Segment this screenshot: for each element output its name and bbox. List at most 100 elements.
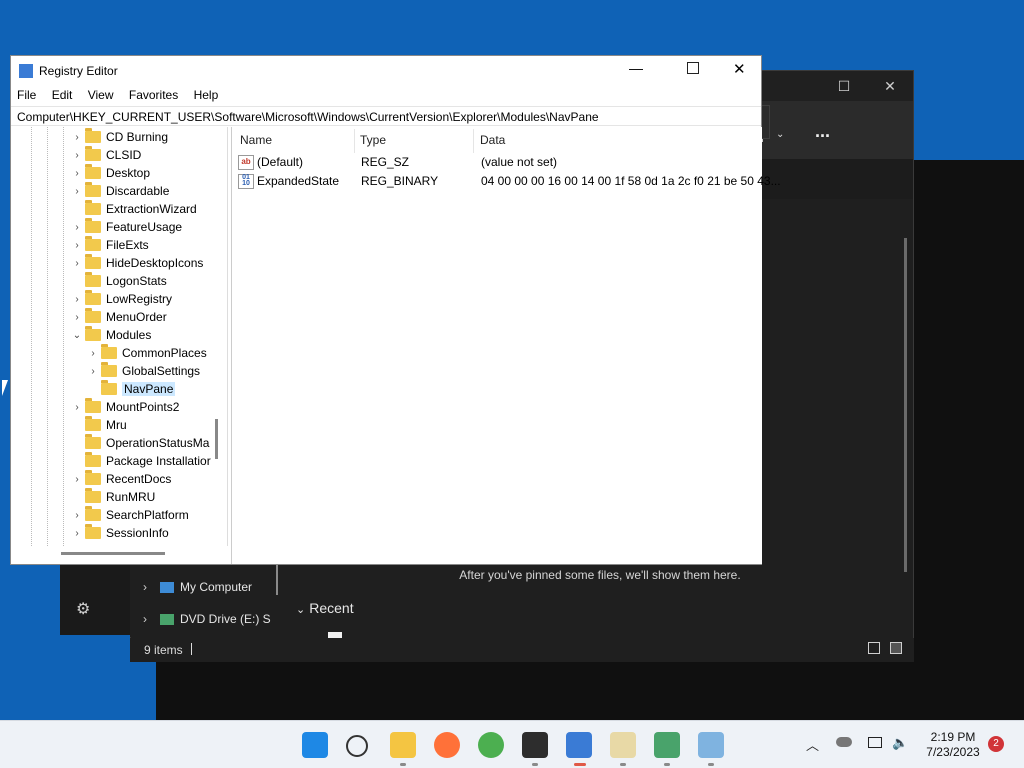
address-bar[interactable]: Computer\HKEY_CURRENT_USER\Software\Micr… — [11, 106, 761, 126]
tree-item-globalsettings[interactable]: › GlobalSettings — [85, 362, 200, 380]
nav-scrollbar[interactable] — [276, 565, 278, 595]
values-list[interactable]: Name Type Data ab (Default) REG_SZ (valu… — [231, 127, 781, 564]
tree-item-label: LogonStats — [106, 274, 167, 288]
chevron-right-icon[interactable]: › — [69, 222, 85, 233]
registry-editor-app-icon — [19, 64, 33, 78]
chevron-right-icon[interactable]: › — [69, 294, 85, 305]
explorer-close-button[interactable]: ✕ — [867, 71, 913, 101]
tree-item-mountpoints2[interactable]: › MountPoints2 — [69, 398, 179, 416]
chevron-right-icon[interactable]: › — [69, 474, 85, 485]
chevron-right-icon[interactable]: › — [130, 612, 160, 626]
registry-tree[interactable]: › CD Burning › CLSID › Desktop › Discardable… — [11, 127, 228, 546]
minimize-button[interactable]: — — [629, 60, 643, 76]
maximize-button[interactable] — [687, 62, 699, 74]
details-view-icon[interactable] — [868, 642, 880, 654]
start-windows-icon[interactable] — [302, 732, 328, 758]
volume-icon[interactable]: 🔈 — [892, 735, 908, 751]
tree-vertical-scrollbar[interactable] — [215, 419, 218, 459]
chevron-right-icon[interactable]: › — [69, 312, 85, 323]
tree-item-cd-burning[interactable]: › CD Burning — [69, 128, 168, 146]
chevron-right-icon[interactable]: › — [69, 402, 85, 413]
tree-horizontal-scrollbar[interactable] — [61, 552, 165, 555]
chevron-right-icon[interactable]: › — [69, 132, 85, 143]
chevron-right-icon[interactable]: › — [69, 186, 85, 197]
recent-section-header[interactable]: ⌄ Recent — [296, 600, 354, 616]
chevron-right-icon[interactable]: › — [69, 528, 85, 539]
tree-item-logonstats[interactable]: LogonStats — [69, 272, 167, 290]
tree-item-label: Desktop — [106, 166, 151, 180]
tree-item-label: OperationStatusMa — [106, 436, 210, 450]
firefox-icon[interactable] — [434, 732, 460, 758]
column-divider[interactable] — [354, 129, 355, 153]
column-divider[interactable] — [473, 129, 474, 153]
nav-item-label: DVD Drive (E:) S — [180, 612, 271, 626]
explorer-scrollbar[interactable] — [904, 238, 907, 572]
column-header-type[interactable]: Type — [360, 133, 386, 147]
notification-badge[interactable]: 2 — [988, 736, 1004, 752]
tree-item-label: CD Burning — [106, 130, 169, 144]
column-header-data[interactable]: Data — [480, 133, 505, 147]
network-app-icon[interactable] — [654, 732, 680, 758]
tree-item-recentdocs[interactable]: › RecentDocs — [69, 470, 171, 488]
chevron-right-icon[interactable]: › — [69, 510, 85, 521]
tiles-view-icon[interactable] — [890, 642, 902, 654]
chevron-down-icon[interactable]: ⌄ — [69, 330, 85, 341]
nav-item-dvd-drive[interactable]: › DVD Drive (E:) S — [130, 605, 271, 633]
close-button[interactable]: ✕ — [733, 60, 746, 78]
chevron-right-icon[interactable]: › — [69, 150, 85, 161]
tree-item-modules[interactable]: ⌄ Modules — [69, 326, 151, 344]
tree-item-operationstatus[interactable]: OperationStatusMa — [69, 434, 209, 452]
folder-icon — [85, 200, 101, 215]
terminal-icon[interactable] — [522, 732, 548, 758]
column-header-name[interactable]: Name — [240, 133, 272, 147]
tree-item-package-installation[interactable]: Package Installatior — [69, 452, 211, 470]
tree-item-fileexts[interactable]: › FileExts — [69, 236, 149, 254]
tree-item-sessioninfo[interactable]: › SessionInfo — [69, 524, 169, 542]
tree-item-runmru[interactable]: RunMRU — [69, 488, 155, 506]
tree-item-menuorder[interactable]: › MenuOrder — [69, 308, 167, 326]
gear-icon[interactable]: ⚙ — [76, 599, 90, 619]
tree-item-label: SearchPlatform — [106, 508, 189, 522]
tree-item-desktop[interactable]: › Desktop — [69, 164, 150, 182]
tree-item-extractionwizard[interactable]: ExtractionWizard — [69, 200, 197, 218]
tree-item-clsid[interactable]: › CLSID — [69, 146, 141, 164]
chevron-up-icon[interactable]: ︿ — [806, 735, 819, 754]
chevron-right-icon[interactable]: › — [69, 240, 85, 251]
network-icon[interactable] — [868, 737, 882, 748]
registry-editor-taskbar-icon[interactable] — [566, 732, 592, 758]
nav-item-my-computer[interactable]: › My Computer — [130, 573, 252, 601]
value-row[interactable]: ab (Default) REG_SZ (value not set) — [238, 153, 557, 171]
menu-file[interactable]: File — [11, 86, 42, 104]
tree-item-commonplaces[interactable]: › CommonPlaces — [85, 344, 207, 362]
explorer-maximize-button[interactable]: ☐ — [821, 71, 867, 101]
resource-monitor-icon[interactable] — [698, 732, 724, 758]
chevron-right-icon[interactable]: › — [130, 580, 160, 594]
chevron-right-icon[interactable]: › — [85, 348, 101, 359]
more-options-button[interactable]: ... — [815, 121, 830, 142]
cloud-offline-icon[interactable] — [836, 737, 852, 747]
tree-item-hidedesktopicons[interactable]: › HideDesktopIcons — [69, 254, 203, 272]
tree-item-searchplatform[interactable]: › SearchPlatform — [69, 506, 189, 524]
clock-date: 7/23/2023 — [926, 745, 980, 759]
menu-view[interactable]: View — [82, 86, 120, 104]
tree-item-discardable[interactable]: › Discardable — [69, 182, 169, 200]
chevron-right-icon[interactable]: › — [69, 168, 85, 179]
tree-item-navpane[interactable]: NavPane — [85, 380, 176, 398]
tree-item-featureusage[interactable]: › FeatureUsage — [69, 218, 182, 236]
menu-favorites[interactable]: Favorites — [123, 86, 184, 104]
taskbar-clock[interactable]: 2:19 PM 7/23/2023 — [918, 730, 988, 760]
tree-item-mru[interactable]: Mru — [69, 416, 127, 434]
folder-icon — [85, 434, 101, 449]
tree-item-lowregistry[interactable]: › LowRegistry — [69, 290, 172, 308]
menu-edit[interactable]: Edit — [46, 86, 79, 104]
value-row[interactable]: 01 10 ExpandedState REG_BINARY 04 00 00 0… — [238, 172, 781, 190]
chevron-right-icon[interactable]: › — [85, 366, 101, 377]
search-icon[interactable] — [346, 735, 368, 757]
tree-item-label: HideDesktopIcons — [106, 256, 204, 270]
chevron-right-icon[interactable]: › — [69, 258, 85, 269]
tree-item-label: CLSID — [106, 148, 142, 162]
notepad-icon[interactable] — [610, 732, 636, 758]
chrome-icon[interactable] — [478, 732, 504, 758]
file-explorer-icon[interactable] — [390, 732, 416, 758]
menu-help[interactable]: Help — [188, 86, 225, 104]
